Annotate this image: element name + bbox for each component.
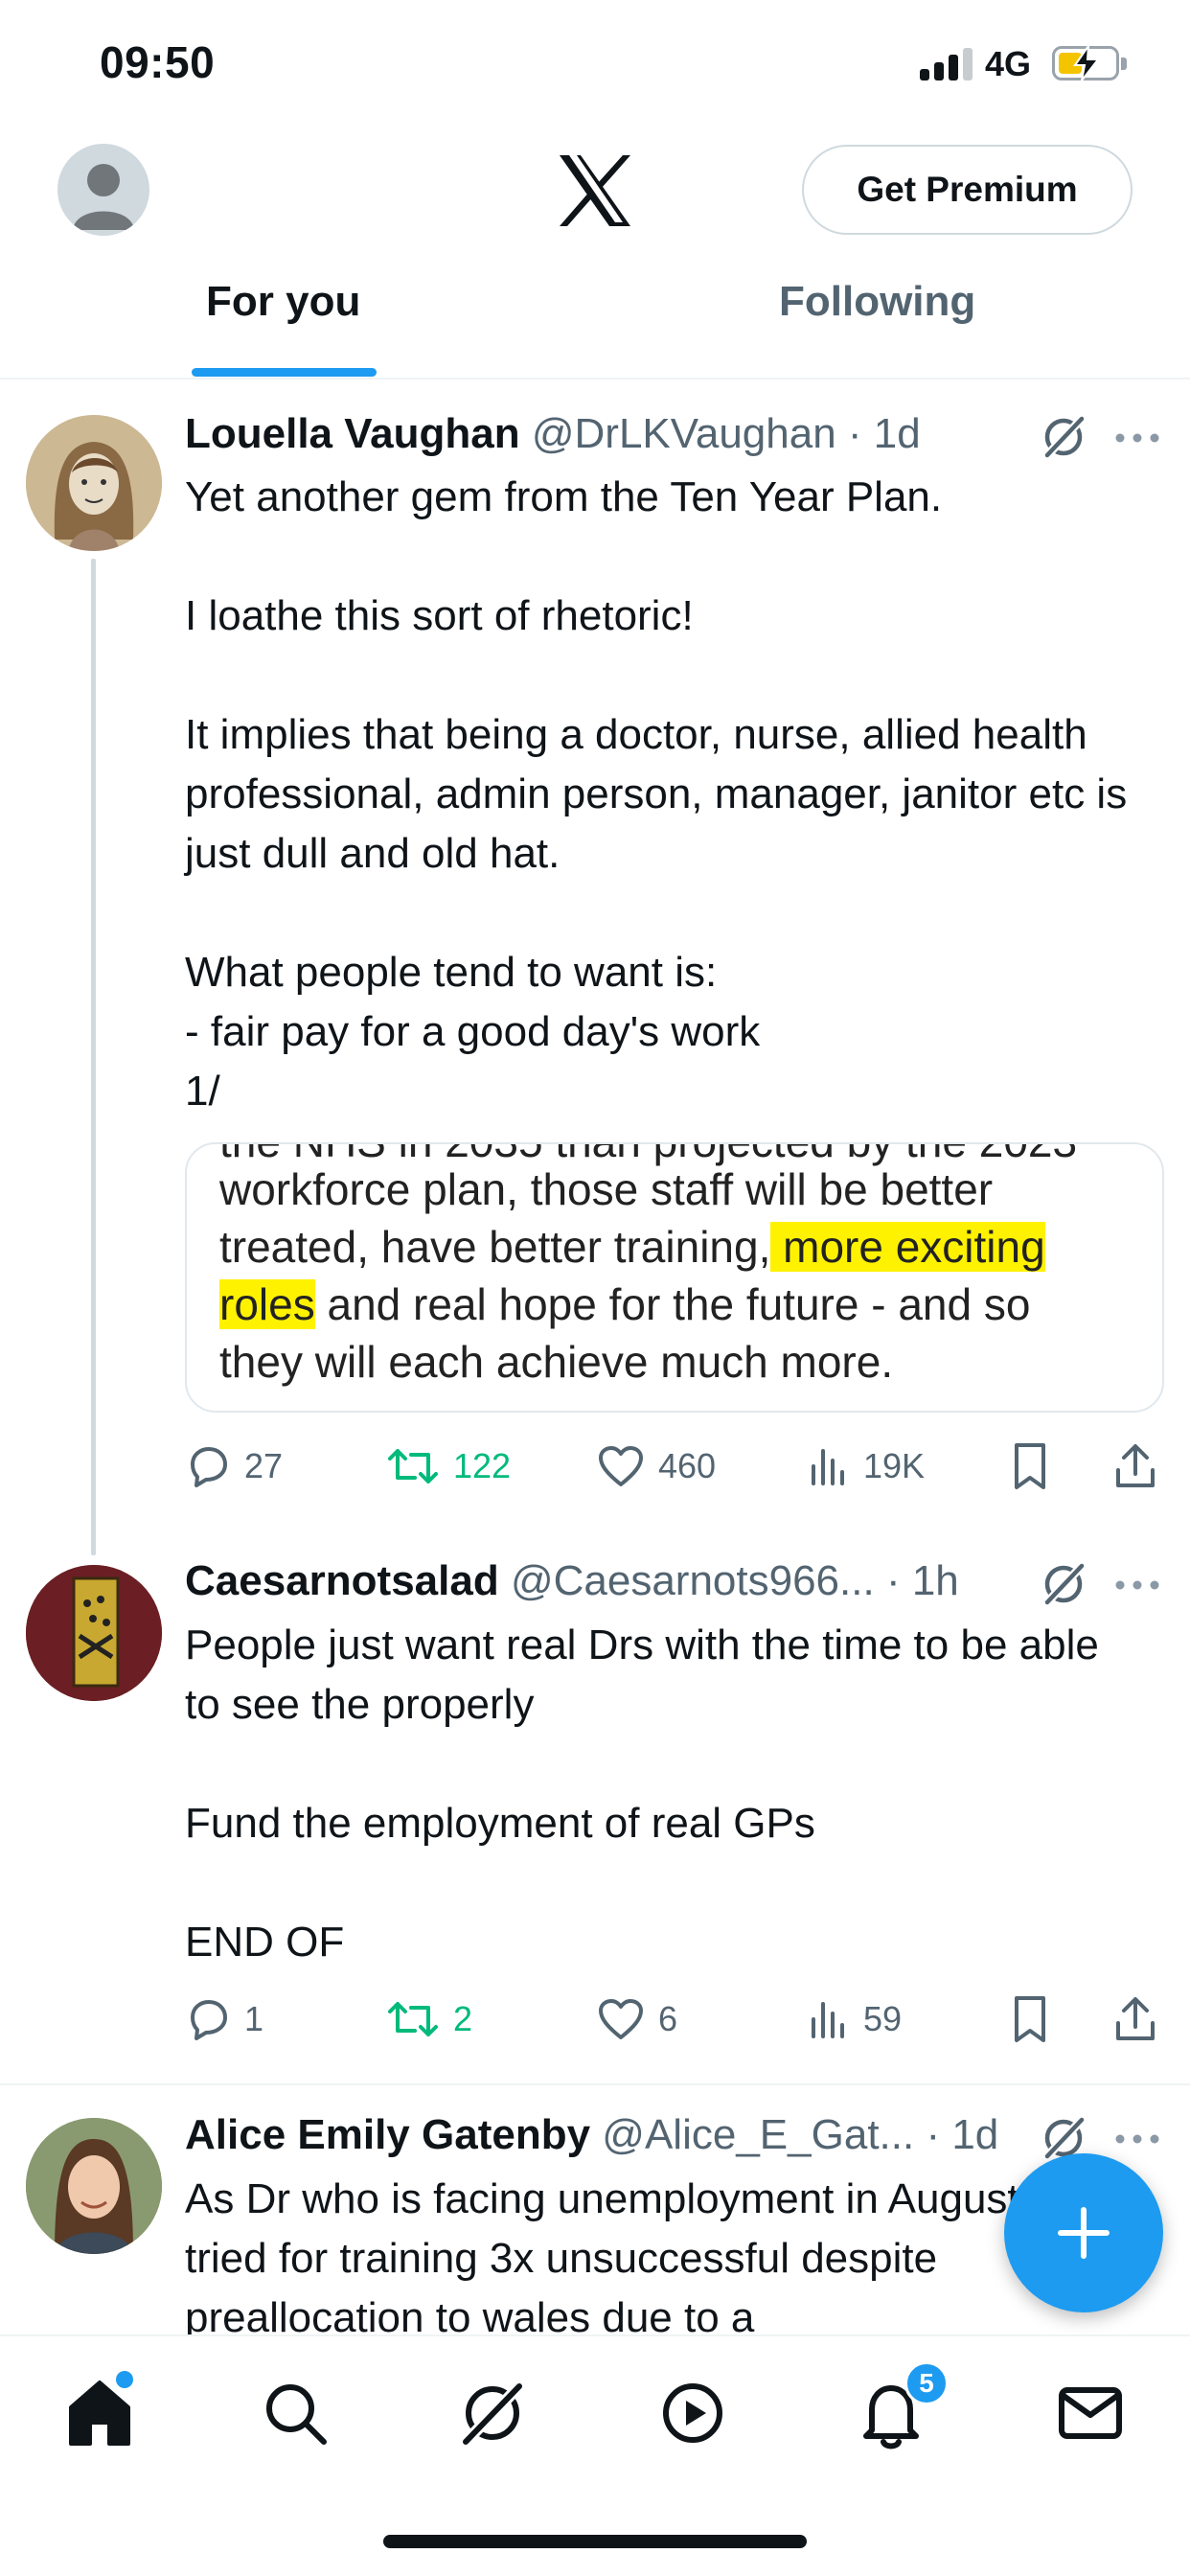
- tweet-time: · 1d: [926, 2111, 999, 2158]
- views-button[interactable]: 19K: [808, 1438, 925, 1495]
- tab-for-you[interactable]: For you: [206, 278, 360, 326]
- compose-button[interactable]: [1004, 2153, 1163, 2312]
- tweet-actions: 1 2 6 59: [185, 1990, 1162, 2048]
- thread-line: [91, 559, 96, 1555]
- messages-icon[interactable]: [1052, 2375, 1129, 2451]
- compose-icon: [1058, 2207, 1110, 2259]
- tweet-media-image[interactable]: the NHS in 2035 than projected by the 20…: [185, 1142, 1164, 1413]
- author-name[interactable]: Louella Vaughan: [185, 410, 520, 457]
- media-text-line: workforce plan, those staff will be bett…: [219, 1164, 994, 1214]
- tweet-text: Yet another gem from the Ten Year Plan. …: [185, 473, 1128, 1115]
- reply-icon: [191, 2000, 227, 2040]
- charging-bolt-icon: [1073, 44, 1101, 81]
- grok-nav-icon[interactable]: [454, 2375, 531, 2451]
- default-avatar-icon: [73, 164, 134, 230]
- reply-count: 27: [244, 1446, 284, 1485]
- status-time: 09:50: [100, 37, 216, 87]
- tweet-actions: 27 122 460 19K: [185, 1438, 1162, 1495]
- header-divider: [0, 378, 1190, 380]
- more-icon[interactable]: [1113, 428, 1161, 448]
- status-bar: 09:50 4G: [0, 0, 1190, 129]
- repost-count: 122: [453, 1446, 512, 1485]
- grok-icon[interactable]: [1040, 1560, 1087, 1608]
- profile-picture-icon: [26, 1565, 162, 1701]
- share-icon[interactable]: [1112, 1990, 1158, 2048]
- video-icon[interactable]: [654, 2375, 731, 2451]
- views-icon: [812, 1449, 844, 1485]
- tweet-text: People just want real Drs with the time …: [185, 1622, 1099, 1966]
- highlighted-text: roles: [219, 1279, 315, 1329]
- tweet-header: Louella Vaughan @DrLKVaughan · 1d: [185, 410, 921, 458]
- author-name[interactable]: Caesarnotsalad: [185, 1557, 499, 1604]
- tab-following[interactable]: Following: [779, 278, 975, 326]
- tweet-text: As Dr who is facing unemployment in Augu…: [185, 2175, 1087, 2334]
- more-icon[interactable]: [1113, 1576, 1161, 1595]
- views-button[interactable]: 59: [808, 1990, 902, 2048]
- media-text-line: they will each achieve much more.: [219, 1337, 894, 1387]
- share-icon[interactable]: [1112, 1438, 1158, 1495]
- author-name[interactable]: Alice Emily Gatenby: [185, 2111, 590, 2158]
- repost-icon: [388, 2002, 438, 2036]
- bookmark-icon[interactable]: [1011, 1990, 1049, 2048]
- like-button[interactable]: 460: [597, 1438, 716, 1495]
- like-count: 460: [658, 1446, 717, 1485]
- like-count: 6: [658, 1999, 678, 2038]
- views-count: 59: [863, 1999, 903, 2038]
- media-text-segment: treated, have better training,: [219, 1222, 771, 1272]
- like-button[interactable]: 6: [597, 1990, 677, 2048]
- active-tab-indicator: [192, 368, 377, 377]
- app-header: Get Premium For you Following: [0, 129, 1190, 380]
- author-handle[interactable]: @DrLKVaughan: [532, 410, 836, 457]
- repost-button[interactable]: 122: [386, 1438, 511, 1495]
- views-icon: [812, 2002, 844, 2038]
- author-avatar[interactable]: [26, 415, 162, 551]
- tweet-time: · 1d: [847, 410, 921, 457]
- battery-tip: [1121, 58, 1127, 70]
- highlighted-text: more exciting: [770, 1222, 1045, 1272]
- author-avatar[interactable]: [26, 1565, 162, 1701]
- profile-avatar[interactable]: [57, 144, 149, 236]
- reply-button[interactable]: 1: [185, 1990, 263, 2048]
- tweet-header: Caesarnotsalad @Caesarnots966... · 1h: [185, 1557, 959, 1605]
- get-premium-button[interactable]: Get Premium: [802, 145, 1133, 235]
- home-indicator: [383, 2535, 807, 2548]
- views-count: 19K: [863, 1446, 926, 1485]
- author-handle[interactable]: @Alice_E_Gat...: [602, 2111, 914, 2158]
- media-text-segment: and real hope for the future - and so: [314, 1279, 1031, 1329]
- tweet-divider: [0, 2083, 1190, 2085]
- reply-icon: [191, 1447, 227, 1487]
- reply-button[interactable]: 27: [185, 1438, 283, 1495]
- tweet-time: · 1h: [885, 1557, 959, 1604]
- bookmark-icon[interactable]: [1011, 1438, 1049, 1495]
- media-text-line: roles and real hope for the future - and…: [219, 1278, 1030, 1330]
- repost-button[interactable]: 2: [386, 1990, 472, 2048]
- like-icon: [599, 1999, 643, 2039]
- author-avatar[interactable]: [26, 2118, 162, 2254]
- grok-icon[interactable]: [1040, 413, 1087, 461]
- profile-photo-icon: [26, 2118, 162, 2254]
- x-logo-icon[interactable]: [556, 153, 634, 228]
- media-text-line: treated, have better training, more exci…: [219, 1221, 1045, 1273]
- tweet-header: Alice Emily Gatenby @Alice_E_Gat... · 1d: [185, 2111, 998, 2159]
- like-icon: [599, 1446, 643, 1486]
- repost-count: 2: [453, 1999, 473, 2038]
- reply-count: 1: [244, 1999, 264, 2038]
- sketch-portrait-icon: [26, 415, 162, 551]
- repost-icon: [388, 1449, 438, 1484]
- search-icon[interactable]: [257, 2375, 333, 2451]
- signal-icon: [920, 46, 973, 80]
- notifications-badge: 5: [904, 2361, 949, 2405]
- network-type: 4G: [985, 44, 1032, 83]
- more-icon[interactable]: [1113, 2129, 1161, 2149]
- author-handle[interactable]: @Caesarnots966...: [511, 1557, 875, 1604]
- home-unread-dot: [116, 2371, 133, 2388]
